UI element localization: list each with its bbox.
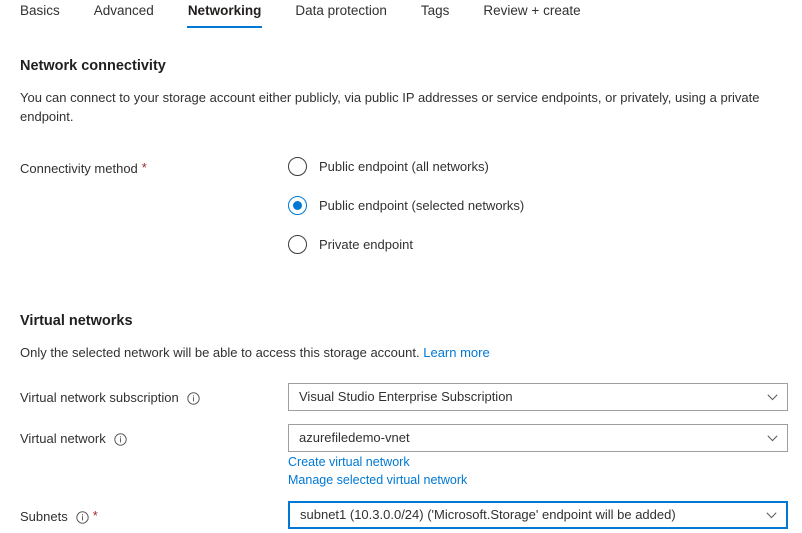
tab-label: Networking — [187, 3, 262, 18]
tab-label: Advanced — [93, 3, 154, 18]
virtual-networks-description: Only the selected network will be able t… — [20, 343, 660, 362]
tab-label: Data protection — [295, 3, 387, 18]
connectivity-method-label: Connectivity method * — [20, 160, 147, 178]
tab-basics[interactable]: Basics — [20, 0, 60, 28]
tab-advanced[interactable]: Advanced — [94, 0, 154, 28]
virtual-network-label: Virtual network — [20, 430, 127, 448]
network-connectivity-heading: Network connectivity — [20, 58, 166, 74]
subnets-dropdown[interactable]: subnet1 (10.3.0.0/24) ('Microsoft.Storag… — [288, 501, 788, 529]
create-virtual-network-link[interactable]: Create virtual network — [288, 454, 410, 471]
tab-review-create[interactable]: Review + create — [483, 0, 580, 28]
required-asterisk: * — [92, 508, 98, 523]
info-icon[interactable] — [187, 391, 200, 405]
network-connectivity-description: You can connect to your storage account … — [20, 90, 760, 124]
radio-option-public-selected-networks[interactable]: Public endpoint (selected networks) — [288, 195, 524, 216]
dropdown-selected-value: azurefiledemo-vnet — [299, 430, 410, 445]
tab-data-protection[interactable]: Data protection — [295, 0, 387, 28]
virtual-network-dropdown[interactable]: azurefiledemo-vnet — [288, 424, 788, 452]
chevron-down-icon[interactable] — [757, 425, 787, 451]
connectivity-method-radio-group: Public endpoint (all networks) Public en… — [288, 156, 524, 255]
radio-option-private-endpoint[interactable]: Private endpoint — [288, 234, 524, 255]
tab-label: Review + create — [483, 3, 581, 18]
connectivity-method-label-text: Connectivity method — [20, 161, 138, 176]
dropdown-selected-value: subnet1 (10.3.0.0/24) ('Microsoft.Storag… — [300, 507, 676, 522]
virtual-network-subscription-dropdown[interactable]: Visual Studio Enterprise Subscription — [288, 383, 788, 411]
chevron-down-icon[interactable] — [757, 384, 787, 410]
info-icon[interactable] — [114, 432, 127, 446]
virtual-networks-heading: Virtual networks — [20, 313, 133, 329]
subnets-label-text: Subnets — [20, 509, 68, 524]
radio-option-public-all-networks[interactable]: Public endpoint (all networks) — [288, 156, 524, 177]
tab-label: Tags — [420, 3, 450, 18]
tab-label: Basics — [20, 3, 60, 18]
dropdown-selected-value: Visual Studio Enterprise Subscription — [299, 389, 513, 404]
learn-more-link[interactable]: Learn more — [423, 345, 489, 360]
radio-indicator-selected[interactable] — [288, 196, 307, 215]
radio-indicator[interactable] — [288, 235, 307, 254]
virtual-network-label-text: Virtual network — [20, 431, 106, 446]
tab-networking[interactable]: Networking — [186, 0, 262, 28]
manage-selected-virtual-network-link[interactable]: Manage selected virtual network — [288, 472, 467, 489]
tab-tags[interactable]: Tags — [421, 0, 450, 28]
radio-option-label: Public endpoint (all networks) — [319, 158, 489, 174]
radio-option-label: Public endpoint (selected networks) — [319, 197, 525, 213]
virtual-network-subscription-label-text: Virtual network subscription — [20, 390, 179, 405]
virtual-networks-description-text: Only the selected network will be able t… — [20, 345, 420, 360]
chevron-down-icon[interactable] — [756, 503, 786, 527]
info-icon[interactable] — [76, 510, 89, 524]
radio-indicator[interactable] — [288, 157, 307, 176]
wizard-tab-bar: Basics Advanced Networking Data protecti… — [0, 0, 802, 31]
subnets-label: Subnets * — [20, 508, 98, 526]
required-asterisk: * — [141, 160, 147, 175]
radio-option-label: Private endpoint — [319, 236, 413, 252]
virtual-network-subscription-label: Virtual network subscription — [20, 389, 200, 407]
